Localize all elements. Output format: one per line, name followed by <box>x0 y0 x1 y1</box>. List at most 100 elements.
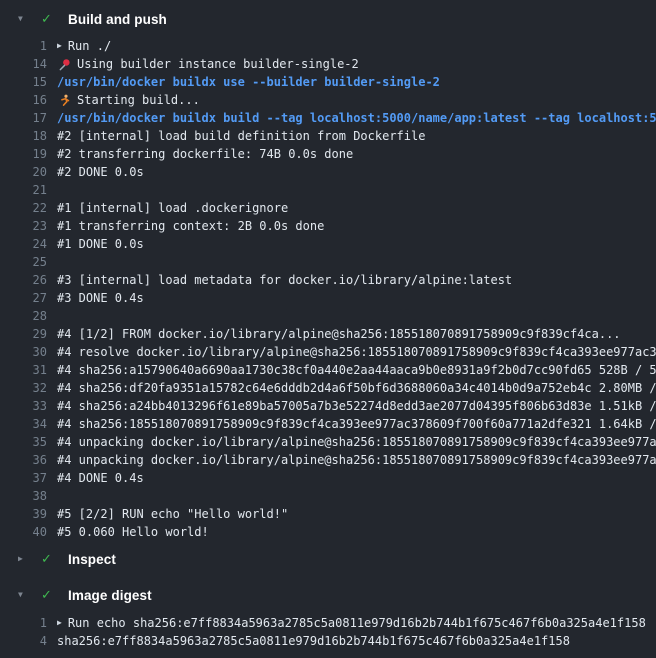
line-number[interactable]: 39 <box>0 505 47 523</box>
log-text: sha256:e7ff8834a5963a2785c5a0811e979d16b… <box>57 632 570 650</box>
line-number[interactable]: 36 <box>0 451 47 469</box>
line-number[interactable]: 34 <box>0 415 47 433</box>
section-header-build-and-push[interactable]: ▼ ✓ Build and push <box>0 8 656 30</box>
chevron-right-icon[interactable]: ▶ <box>18 555 28 563</box>
log-message: Starting build... <box>77 91 200 109</box>
line-number[interactable]: 33 <box>0 397 47 415</box>
runner-icon <box>57 94 71 107</box>
log-text: #4 sha256:185518070891758909c9f839cf4ca3… <box>57 415 656 433</box>
log-line: 22 #1 [internal] load .dockerignore <box>0 199 656 217</box>
log-text: #2 [internal] load build definition from… <box>57 127 425 145</box>
log-text: #3 [internal] load metadata for docker.i… <box>57 271 512 289</box>
log-message: Run echo sha256:e7ff8834a5963a2785c5a081… <box>68 614 646 632</box>
log-text: #4 DONE 0.4s <box>57 469 144 487</box>
line-number[interactable]: 14 <box>0 55 47 73</box>
line-number[interactable]: 15 <box>0 73 47 91</box>
line-number[interactable]: 23 <box>0 217 47 235</box>
log-line: 35#4 unpacking docker.io/library/alpine@… <box>0 433 656 451</box>
log-message: #2 DONE 0.0s <box>57 163 144 181</box>
line-number[interactable]: 26 <box>0 271 47 289</box>
log-message: #4 DONE 0.4s <box>57 469 144 487</box>
log-line: 38 <box>0 487 656 505</box>
log-line: 15/usr/bin/docker buildx use --builder b… <box>0 73 656 91</box>
success-check-icon: ✓ <box>41 13 55 26</box>
log-text: #1 DONE 0.0s <box>57 235 144 253</box>
line-number[interactable]: 4 <box>0 632 47 650</box>
log-line: 21 <box>0 181 656 199</box>
chevron-down-icon[interactable]: ▼ <box>18 15 28 23</box>
log-line: 34 #4 sha256:185518070891758909c9f839cf4c… <box>0 415 656 433</box>
line-number[interactable]: 37 <box>0 469 47 487</box>
chevron-down-icon[interactable]: ▼ <box>18 591 28 599</box>
log-line: 27 #3 DONE 0.4s <box>0 289 656 307</box>
log-text: #5 [2/2] RUN echo "Hello world!" <box>57 505 288 523</box>
log-message: /usr/bin/docker buildx build --tag local… <box>57 109 656 127</box>
line-number[interactable]: 40 <box>0 523 47 541</box>
log-line: 19 #2 transferring dockerfile: 74B 0.0s d… <box>0 145 656 163</box>
line-number[interactable]: 38 <box>0 487 47 505</box>
log-line: 33#4 sha256:a24bb4013296f61e89ba57005a7b… <box>0 397 656 415</box>
line-number[interactable]: 27 <box>0 289 47 307</box>
line-number[interactable]: 18 <box>0 127 47 145</box>
log-message: #4 [1/2] FROM docker.io/library/alpine@s… <box>57 325 621 343</box>
line-number[interactable]: 30 <box>0 343 47 361</box>
log-text: #5 0.060 Hello world! <box>57 523 209 541</box>
log-message: #5 [2/2] RUN echo "Hello world!" <box>57 505 288 523</box>
line-number[interactable]: 19 <box>0 145 47 163</box>
line-number[interactable]: 29 <box>0 325 47 343</box>
line-number[interactable]: 31 <box>0 361 47 379</box>
log-text: #1 [internal] load .dockerignore <box>57 199 288 217</box>
line-number[interactable]: 35 <box>0 433 47 451</box>
line-number[interactable]: 32 <box>0 379 47 397</box>
log-line: 14 Using builder instance builder-single-… <box>0 55 656 73</box>
line-number[interactable]: 1 <box>0 37 47 55</box>
log-message: #4 sha256:a15790640a6690aa1730c38cf0a440… <box>57 361 656 379</box>
log-message: #4 resolve docker.io/library/alpine@sha2… <box>57 343 656 361</box>
line-number[interactable]: 28 <box>0 307 47 325</box>
log-line: 40 #5 0.060 Hello world! <box>0 523 656 541</box>
log-text: #4 sha256:a15790640a6690aa1730c38cf0a440… <box>57 361 656 379</box>
log-text: #2 transferring dockerfile: 74B 0.0s don… <box>57 145 353 163</box>
line-number[interactable]: 17 <box>0 109 47 127</box>
log-message: #5 0.060 Hello world! <box>57 523 209 541</box>
log-text: #4 sha256:df20fa9351a15782c64e6dddb2d4a6… <box>57 379 656 397</box>
line-number[interactable]: 1 <box>0 614 47 632</box>
actions-log-console: ▼ ✓ Build and push 1▶Run ./14Using build… <box>0 0 656 658</box>
section-header-image-digest[interactable]: ▼ ✓ Image digest <box>0 584 656 606</box>
line-number[interactable]: 25 <box>0 253 47 271</box>
line-number[interactable]: 21 <box>0 181 47 199</box>
log-message: #1 transferring context: 2B 0.0s done <box>57 217 324 235</box>
log-line: 18 #2 [internal] load build definition fr… <box>0 127 656 145</box>
log-message: #4 sha256:df20fa9351a15782c64e6dddb2d4a6… <box>57 379 656 397</box>
expand-group-icon[interactable]: ▶ <box>57 619 62 627</box>
log-message: #2 [internal] load build definition from… <box>57 127 425 145</box>
log-line: 29 #4 [1/2] FROM docker.io/library/alpine… <box>0 325 656 343</box>
log-text: #4 unpacking docker.io/library/alpine@sh… <box>57 451 656 469</box>
log-message: Using builder instance builder-single-2 <box>77 55 359 73</box>
log-text: Using builder instance builder-single-2 <box>57 55 359 73</box>
section-header-inspect[interactable]: ▶ ✓ Inspect <box>0 548 656 570</box>
log-message: Run ./ <box>68 37 111 55</box>
log-message: #3 [internal] load metadata for docker.i… <box>57 271 512 289</box>
log-lines-image-digest: 1 ▶ Run echo sha256:e7ff8834a5963a2785c5a0… <box>0 614 656 650</box>
log-line: 39 #5 [2/2] RUN echo "Hello world!" <box>0 505 656 523</box>
log-message: #2 transferring dockerfile: 74B 0.0s don… <box>57 145 353 163</box>
log-message: /usr/bin/docker buildx use --builder bui… <box>57 73 440 91</box>
line-number[interactable]: 20 <box>0 163 47 181</box>
log-text: #3 DONE 0.4s <box>57 289 144 307</box>
log-line: 36 #4 unpacking docker.io/library/alpine@… <box>0 451 656 469</box>
log-message: #1 [internal] load .dockerignore <box>57 199 288 217</box>
line-number[interactable]: 22 <box>0 199 47 217</box>
log-text: ▶ Run ./ <box>57 37 111 55</box>
log-message: #1 DONE 0.0s <box>57 235 144 253</box>
log-text: #1 transferring context: 2B 0.0s done <box>57 217 324 235</box>
log-line: 37 #4 DONE 0.4s <box>0 469 656 487</box>
log-line: 25 <box>0 253 656 271</box>
section-title-inspect: Inspect <box>68 552 116 567</box>
pushpin-icon <box>57 58 71 71</box>
line-number[interactable]: 16 <box>0 91 47 109</box>
line-number[interactable]: 24 <box>0 235 47 253</box>
section-title-image-digest: Image digest <box>68 588 152 603</box>
expand-group-icon[interactable]: ▶ <box>57 42 62 50</box>
log-line: 30 #4 resolve docker.io/library/alpine@sh… <box>0 343 656 361</box>
